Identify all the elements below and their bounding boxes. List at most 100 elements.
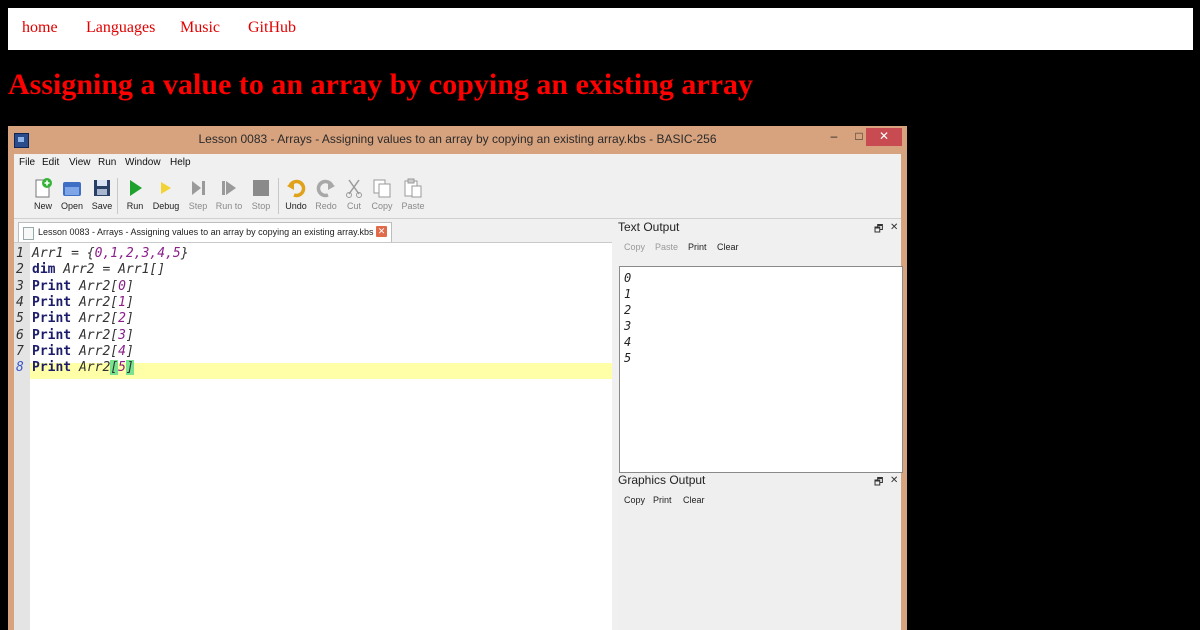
code-token: Arr2[ bbox=[71, 343, 119, 359]
code-token: 4 bbox=[118, 343, 126, 359]
code-token: 5 bbox=[118, 360, 126, 376]
code-token: ] bbox=[125, 327, 134, 343]
nav-link-languages[interactable]: Languages bbox=[86, 19, 155, 37]
undo-icon bbox=[285, 177, 307, 199]
copy-icon bbox=[371, 177, 393, 199]
toolbar: New Open Save Run Debug Step Run to Stop… bbox=[14, 172, 901, 219]
graphics-output-float-icon[interactable]: 🗗 bbox=[874, 475, 883, 492]
menu-view[interactable]: View bbox=[69, 157, 91, 168]
right-panels: Text Output 🗗 ✕ Copy Paste Print Clear 0… bbox=[618, 220, 903, 630]
stop-icon bbox=[250, 177, 272, 199]
code-token: ] bbox=[125, 343, 134, 359]
code-token: [ bbox=[110, 360, 119, 376]
code-token: Print bbox=[32, 294, 72, 310]
nav-link-home[interactable]: home bbox=[22, 19, 58, 37]
code-token: ] bbox=[125, 311, 134, 327]
tab-close-icon[interactable]: ✕ bbox=[376, 226, 387, 237]
code-token: 1 bbox=[118, 294, 126, 310]
graphics-output-copy-button[interactable]: Copy bbox=[624, 495, 645, 505]
line-number: 8 bbox=[16, 360, 24, 376]
paste-button[interactable]: Paste bbox=[398, 175, 428, 217]
code-token: Print bbox=[32, 327, 72, 343]
tab-label: Lesson 0083 - Arrays - Assigning values … bbox=[38, 227, 374, 237]
menu-bar: File Edit View Run Window Help bbox=[14, 154, 901, 172]
output-line: 5 bbox=[624, 351, 632, 365]
window-titlebar[interactable]: Lesson 0083 - Arrays - Assigning values … bbox=[8, 126, 907, 154]
code-token: ] bbox=[125, 294, 134, 310]
code-line: Print Arr2[3] bbox=[32, 328, 134, 343]
code-token: ] bbox=[125, 278, 134, 294]
cut-scissors-icon bbox=[343, 177, 365, 199]
menu-run[interactable]: Run bbox=[98, 157, 116, 168]
output-line: 4 bbox=[624, 335, 632, 349]
save-disk-icon bbox=[91, 177, 113, 199]
file-icon bbox=[23, 227, 34, 240]
basic256-window: Lesson 0083 - Arrays - Assigning values … bbox=[8, 126, 907, 630]
code-token: Arr2[ bbox=[71, 311, 119, 327]
nav-link-github[interactable]: GitHub bbox=[248, 19, 296, 37]
code-token: Arr2 = Arr1[] bbox=[55, 262, 166, 278]
line-number: 1 bbox=[16, 246, 24, 261]
code-token: } bbox=[180, 246, 189, 261]
code-token: Arr1 = { bbox=[32, 246, 95, 261]
editor-tab[interactable]: Lesson 0083 - Arrays - Assigning values … bbox=[18, 222, 392, 243]
debug-icon bbox=[155, 177, 177, 199]
text-output-print-button[interactable]: Print bbox=[688, 242, 707, 252]
code-token: Print bbox=[32, 311, 72, 327]
line-number: 6 bbox=[16, 327, 24, 343]
code-token: Print bbox=[32, 343, 72, 359]
code-token: 0 bbox=[118, 278, 126, 294]
code-token: Print bbox=[32, 360, 72, 376]
open-folder-icon bbox=[61, 177, 83, 199]
code-line: dim Arr2 = Arr1[] bbox=[32, 262, 165, 277]
code-line: Print Arr2[0] bbox=[32, 279, 134, 294]
paste-icon bbox=[402, 177, 424, 199]
graphics-output-title: Graphics Output bbox=[618, 473, 706, 487]
new-file-icon bbox=[32, 177, 54, 199]
line-number: 7 bbox=[16, 343, 24, 359]
save-button[interactable]: Save bbox=[87, 175, 117, 217]
code-token: Arr2[ bbox=[71, 327, 119, 343]
redo-icon bbox=[315, 177, 337, 199]
code-editor[interactable]: 1 Arr1 = {0,1,2,3,4,5} 2 dim Arr2 = Arr1[] 3… bbox=[14, 242, 612, 630]
line-number: 5 bbox=[16, 311, 24, 327]
text-output-float-icon[interactable]: 🗗 bbox=[874, 222, 883, 239]
code-token: 0,1,2,3,4,5 bbox=[94, 246, 181, 261]
code-token: ] bbox=[125, 360, 134, 376]
text-output-copy-button[interactable]: Copy bbox=[624, 242, 645, 252]
code-line: Print Arr2[5] bbox=[32, 360, 134, 376]
line-number: 4 bbox=[16, 294, 24, 310]
text-output-paste-button[interactable]: Paste bbox=[655, 242, 678, 252]
graphics-output-print-button[interactable]: Print bbox=[653, 495, 672, 505]
code-line: Arr1 = {0,1,2,3,4,5} bbox=[32, 246, 189, 261]
menu-help[interactable]: Help bbox=[170, 157, 191, 168]
menu-edit[interactable]: Edit bbox=[42, 157, 59, 168]
page-title: Assigning a value to an array by copying… bbox=[8, 68, 754, 101]
code-token: Print bbox=[32, 278, 72, 294]
menu-window[interactable]: Window bbox=[125, 157, 161, 168]
graphics-output-panel: Graphics Output 🗗 ✕ Copy Print Clear bbox=[618, 473, 901, 630]
output-line: 3 bbox=[624, 319, 632, 333]
graphics-output-close-icon[interactable]: ✕ bbox=[890, 475, 898, 486]
minimize-button[interactable]: – bbox=[823, 128, 845, 146]
top-nav: home Languages Music GitHub bbox=[8, 8, 1193, 50]
code-token: Arr2[ bbox=[71, 294, 119, 310]
line-number: 3 bbox=[16, 278, 24, 294]
code-token: 3 bbox=[118, 327, 126, 343]
window-title: Lesson 0083 - Arrays - Assigning values … bbox=[198, 132, 717, 146]
text-output-clear-button[interactable]: Clear bbox=[717, 242, 739, 252]
step-icon bbox=[187, 177, 209, 199]
text-output-close-icon[interactable]: ✕ bbox=[890, 222, 898, 233]
code-token: 2 bbox=[118, 311, 126, 327]
output-line: 2 bbox=[624, 303, 632, 317]
run-play-icon bbox=[124, 177, 146, 199]
text-output-area[interactable]: 0 1 2 3 4 5 bbox=[619, 266, 903, 473]
run-to-icon bbox=[218, 177, 240, 199]
graphics-output-clear-button[interactable]: Clear bbox=[683, 495, 705, 505]
window-client: File Edit View Run Window Help New Open bbox=[14, 154, 903, 630]
editor-tab-bar: Lesson 0083 - Arrays - Assigning values … bbox=[14, 220, 614, 243]
menu-file[interactable]: File bbox=[19, 157, 35, 168]
stop-button[interactable]: Stop bbox=[246, 175, 276, 217]
nav-link-music[interactable]: Music bbox=[180, 19, 220, 37]
close-window-button[interactable]: ✕ bbox=[866, 128, 902, 146]
